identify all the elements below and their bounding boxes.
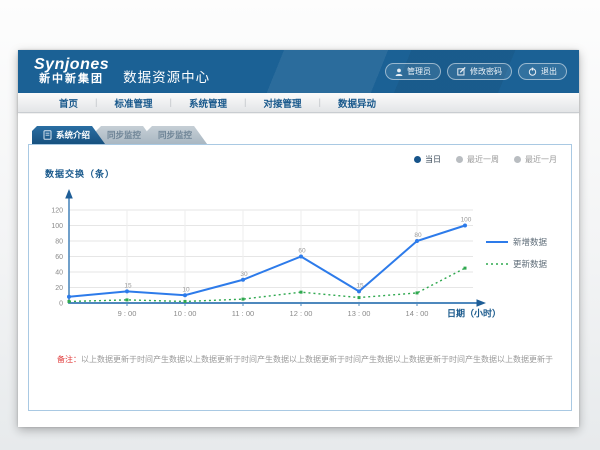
radio-dot — [414, 156, 421, 163]
time-range-filter: 当日 最近一周 最近一月 — [414, 154, 557, 165]
chart-legend: 新增数据更新数据 — [486, 237, 548, 269]
tab-system-intro[interactable]: 系统介绍 — [32, 126, 105, 144]
app-window: Synjones 新中新集团 数据资源中心 管理员 修改密码 退出 首页 | 标… — [18, 50, 579, 427]
svg-text:14 : 00: 14 : 00 — [406, 309, 429, 318]
svg-text:10: 10 — [182, 286, 190, 293]
nav-item-home[interactable]: 首页 — [42, 96, 95, 110]
svg-text:20: 20 — [55, 285, 63, 292]
svg-text:更新数据: 更新数据 — [513, 259, 548, 269]
content-panel: 当日 最近一周 最近一月 数据交换（条） 0 20 40 60 80 100 120 9 : … — [28, 144, 572, 411]
svg-text:11 : 00: 11 : 00 — [232, 309, 254, 318]
tab-label: 同步监控 — [107, 126, 141, 144]
nav-item-docking-mgmt[interactable]: 对接管理 — [246, 96, 318, 110]
svg-text:60: 60 — [55, 254, 63, 261]
nav-item-standard-mgmt[interactable]: 标准管理 — [97, 96, 169, 110]
svg-text:9 : 00: 9 : 00 — [118, 309, 137, 318]
svg-text:100: 100 — [461, 217, 472, 224]
svg-text:15: 15 — [124, 282, 132, 289]
brand-logo: Synjones 新中新集团 — [34, 57, 109, 85]
tab-sync-monitor-1[interactable]: 同步监控 — [96, 126, 156, 144]
radio-dot — [514, 156, 521, 163]
svg-text:12 : 00: 12 : 00 — [290, 309, 313, 318]
change-password-button[interactable]: 修改密码 — [447, 63, 512, 80]
tab-label: 系统介绍 — [56, 126, 90, 144]
radio-last-week[interactable]: 最近一周 — [456, 154, 499, 165]
tab-sync-monitor-2[interactable]: 同步监控 — [147, 126, 207, 144]
logout-label: 退出 — [541, 63, 557, 80]
document-icon — [43, 130, 52, 140]
user-menu: 管理员 修改密码 退出 — [385, 63, 567, 80]
svg-text:13 : 00: 13 : 00 — [348, 309, 371, 318]
footnote-prefix: 备注： — [57, 355, 81, 364]
svg-text:80: 80 — [414, 232, 422, 239]
radio-label: 当日 — [425, 154, 441, 165]
svg-text:100: 100 — [51, 223, 63, 230]
logout-button[interactable]: 退出 — [518, 63, 567, 80]
nav-item-system-mgmt[interactable]: 系统管理 — [172, 96, 244, 110]
chart-svg: 0 20 40 60 80 100 120 9 : 00 10 : 00 11 : 00 12 : … — [31, 182, 566, 324]
chart-series-0: 15 10 30 60 15 80 100 — [67, 217, 472, 299]
radio-today[interactable]: 当日 — [414, 154, 441, 165]
svg-text:80: 80 — [55, 239, 63, 246]
chart-area: 0 20 40 60 80 100 120 9 : 00 10 : 00 11 : 00 12 : … — [31, 182, 566, 329]
radio-dot — [456, 156, 463, 163]
radio-label: 最近一周 — [467, 154, 499, 165]
svg-text:30: 30 — [240, 271, 248, 278]
admin-user-label: 管理员 — [407, 63, 431, 80]
footnote: 备注：以上数据更新于时间产生数据以上数据更新于时间产生数据以上数据更新于时间产生… — [57, 355, 557, 365]
radio-label: 最近一月 — [525, 154, 557, 165]
admin-user-button[interactable]: 管理员 — [385, 63, 441, 80]
user-icon — [395, 68, 403, 76]
svg-text:新增数据: 新增数据 — [513, 237, 548, 247]
svg-text:15: 15 — [356, 282, 364, 289]
tab-bar: 系统介绍 同步监控 同步监控 — [32, 126, 198, 144]
radio-last-month[interactable]: 最近一月 — [514, 154, 557, 165]
chart-tick-labels: 0 20 40 60 80 100 120 9 : 00 10 : 00 11 : 00 12 : … — [51, 208, 501, 319]
y-axis-arrow — [65, 189, 73, 199]
edit-icon — [457, 67, 466, 76]
x-axis-arrow — [477, 299, 487, 307]
svg-text:40: 40 — [55, 270, 63, 277]
app-header: Synjones 新中新集团 数据资源中心 管理员 修改密码 退出 — [18, 50, 579, 93]
page-content: 系统介绍 同步监控 同步监控 当日 最近一周 — [18, 114, 579, 427]
power-icon — [528, 67, 537, 76]
y-axis-title: 数据交换（条） — [45, 167, 115, 180]
main-nav: 首页 | 标准管理 | 系统管理 | 对接管理 | 数据异动 — [18, 93, 579, 113]
logo-text-en: Synjones — [34, 57, 109, 74]
svg-text:0: 0 — [59, 301, 63, 308]
logo-text-cn: 新中新集团 — [34, 74, 109, 86]
app-title: 数据资源中心 — [123, 66, 210, 86]
svg-text:60: 60 — [298, 248, 306, 255]
footnote-text: 以上数据更新于时间产生数据以上数据更新于时间产生数据以上数据更新于时间产生数据以… — [81, 355, 553, 364]
svg-text:10 : 00: 10 : 00 — [174, 309, 197, 318]
change-password-label: 修改密码 — [470, 63, 502, 80]
svg-text:120: 120 — [51, 208, 63, 215]
nav-item-data-change[interactable]: 数据异动 — [321, 96, 393, 110]
x-axis-title: 日期（小时） — [447, 308, 501, 319]
tab-label: 同步监控 — [158, 126, 192, 144]
